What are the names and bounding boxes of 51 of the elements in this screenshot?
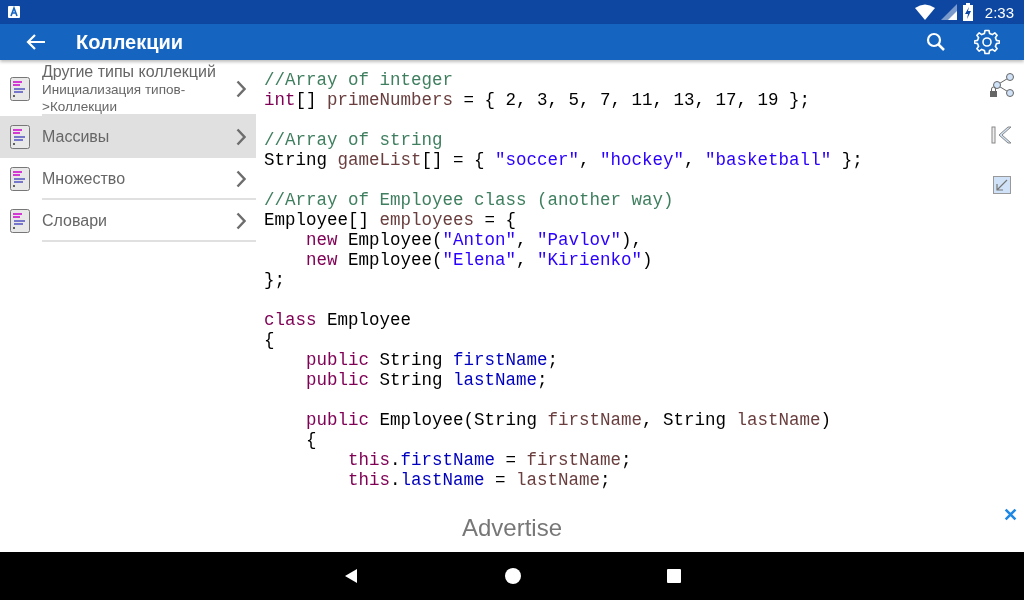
code-line: public Employee(String firstName, String lastName) [305, 410, 833, 430]
code-line: String gameList[] = { "soccer", "hockey", "basketball" }; [264, 150, 864, 170]
code-line: //Array of Employee class (another way) [264, 190, 675, 210]
topic-title: Словари [42, 212, 109, 230]
chevron-icon [236, 212, 246, 230]
topic-path: Инициализация типов->Коллекции [42, 81, 187, 115]
code-line: { [264, 330, 276, 350]
code-line: public String firstName; [305, 350, 560, 370]
settings-icon [974, 29, 1000, 55]
battery-charging-icon [962, 3, 973, 21]
topic-title: Массивы [42, 128, 111, 146]
clock-text: 2:33 [984, 3, 1014, 21]
wifi-icon [914, 4, 935, 20]
home-nav-icon[interactable] [505, 568, 521, 584]
code-line: public String lastName; [305, 370, 549, 390]
code-line: this.firstName = firstName; [347, 450, 633, 470]
topic-list-item[interactable]: Словари [0, 200, 256, 242]
topic-title: Множество [42, 170, 127, 188]
code-file-icon [10, 77, 30, 101]
chevron-icon [236, 170, 246, 188]
signal-icon [940, 4, 957, 20]
code-line: { [305, 430, 318, 450]
close-ad-button[interactable]: ✕ [1001, 504, 1020, 526]
chevron-icon [236, 128, 246, 146]
topic-list-item[interactable]: Массивы [0, 116, 256, 158]
topic-list-item[interactable]: Множество [0, 158, 256, 200]
code-line: new Employee("Anton", "Pavlov"), [305, 230, 644, 250]
share-button[interactable] [988, 70, 1016, 100]
search-icon [926, 32, 946, 52]
topic-title: Другие типы коллекций [42, 63, 217, 81]
screen-title: Коллекции [76, 30, 184, 54]
code-line: this.lastName = lastName; [347, 470, 612, 490]
arrow-down-left-icon [993, 176, 1011, 194]
code-line: //Array of integer [264, 70, 455, 90]
topic-list-item[interactable]: Другие типы коллекций Инициализация типов->Коллекции [0, 62, 256, 116]
code-line: int[] primeNumbers = { 2, 3, 5, 7, 11, 13, 17, 19 }; [264, 90, 812, 110]
code-line: class Employee [264, 310, 413, 330]
app-notification-icon [8, 6, 20, 18]
share-lock-icon [988, 71, 1016, 99]
ad-label: Advertise [461, 514, 562, 542]
code-line: //Array of string [264, 130, 444, 150]
code-file-icon [10, 167, 30, 191]
back-nav-icon[interactable] [343, 568, 359, 584]
code-line: }; [264, 270, 286, 290]
code-line: Employee[] employees = { [264, 210, 518, 230]
code-line: new Employee("Elena", "Kirienko") [305, 250, 654, 270]
code-file-icon [10, 125, 30, 149]
back-arrow-icon [26, 33, 46, 51]
skip-left-icon [991, 126, 1013, 144]
code-file-icon [10, 209, 30, 233]
chevron-icon [236, 80, 246, 98]
